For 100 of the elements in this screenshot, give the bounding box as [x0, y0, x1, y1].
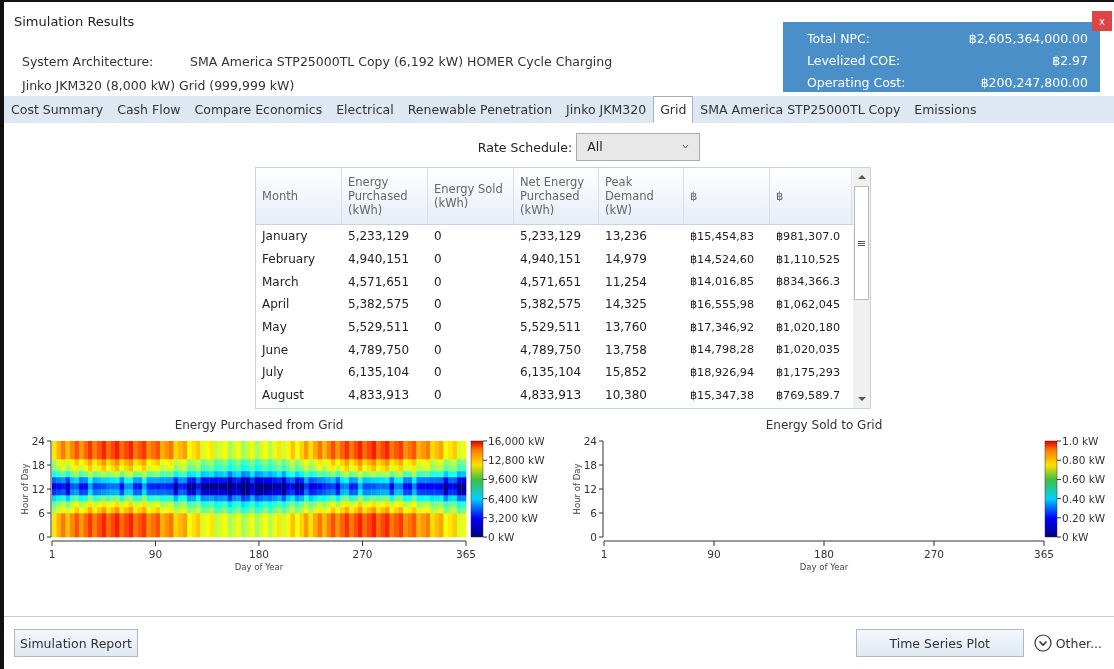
column-header[interactable]: ฿	[770, 168, 852, 224]
tab[interactable]: Cost Summary	[4, 96, 111, 123]
y-tick-label: 12	[31, 483, 45, 495]
table-cell-text: ฿14,016,85	[689, 275, 756, 289]
scroll-up-icon[interactable]	[857, 174, 866, 180]
chevron-circle-icon	[1033, 634, 1052, 652]
x-tick-label: 270	[924, 548, 944, 560]
y-axis-title: Hour of Day	[572, 463, 582, 515]
y-tick-label: 24	[31, 435, 45, 447]
scale-label: 0 kW	[1062, 531, 1089, 543]
table-cell-text: 0	[433, 365, 443, 380]
table-cell-text: 6,135,104	[519, 365, 583, 380]
table-cell-text: 0	[433, 274, 443, 289]
other-button[interactable]: Other...	[1033, 634, 1102, 652]
table-cell-text: 0	[433, 229, 443, 244]
table-cell-text: 0	[433, 388, 443, 403]
chart-title: Energy Purchased from Grid	[174, 418, 344, 432]
table-cell-text: 5,529,511	[347, 320, 411, 335]
scrollbar[interactable]	[853, 168, 870, 408]
table-cell-text: 0	[433, 252, 443, 267]
table-cell-text: January	[260, 229, 309, 244]
tab[interactable]: Electrical	[329, 96, 401, 123]
y-tick-label: 12	[583, 483, 597, 495]
y-axis-title: Hour of Day	[20, 463, 30, 515]
table-cell-text: 6,135,104	[347, 365, 411, 380]
table-cell-text: 5,382,575	[519, 297, 583, 312]
summary-value: ฿2.97	[1052, 52, 1088, 68]
chart-title: Energy Sold to Grid	[765, 418, 883, 432]
x-tick-label: 270	[352, 548, 373, 560]
table-cell-text: 13,760	[604, 320, 648, 335]
x-tick-label: 1	[48, 548, 56, 560]
table-cell-text: ฿14,798,28	[689, 343, 756, 357]
table-cell-text: ฿18,926,94	[689, 365, 756, 379]
table-cell-text: 14,979	[604, 252, 648, 267]
table-cell-text: 4,940,151	[519, 252, 583, 267]
scroll-thumb[interactable]	[854, 186, 869, 300]
rate-schedule-dropdown[interactable]: All	[576, 133, 701, 161]
scale-label: 0.60 kW	[1062, 473, 1106, 486]
y-tick-label: 18	[583, 459, 597, 471]
table-cell-text: ฿1,020,035	[775, 343, 842, 357]
table-cell-text: ฿15,347,38	[689, 388, 756, 402]
table-cell-text: 10,380	[604, 388, 648, 403]
table-cell-text: 5,382,575	[347, 297, 411, 312]
column-header[interactable]: ฿	[684, 168, 770, 224]
table-cell-text: ฿1,062,045	[775, 297, 842, 311]
table-cell-text: 4,571,651	[347, 274, 411, 289]
table-cell-text: 4,833,913	[519, 388, 583, 403]
summary-value: ฿2,605,364,000.00	[968, 30, 1088, 46]
architecture-text: SMA America STP25000TL Copy (6,192 kW) HOMER Cycle Charging	[190, 54, 613, 69]
x-tick-label: 180	[814, 548, 834, 560]
scale-label: 9,600 kW	[488, 473, 538, 486]
x-tick-label: 180	[249, 548, 269, 560]
tab[interactable]: Emissions	[907, 96, 984, 123]
summary-label: Operating Cost:	[807, 74, 906, 90]
tab[interactable]: Renewable Penetration	[400, 96, 560, 123]
window-title: Simulation Results	[14, 13, 135, 29]
table-cell-text: 4,789,750	[347, 342, 411, 357]
column-header[interactable]: Net Energy Purchased (kWh)	[514, 168, 599, 224]
architecture-text: Jinko JKM320 (8,000 kW) Grid (999,999 kW)	[22, 78, 295, 93]
column-header[interactable]: Peak Demand (kW)	[599, 168, 684, 224]
table-cell-text: 4,940,151	[347, 252, 411, 267]
table-cell-text: May	[261, 320, 288, 335]
table-cell-text: June	[260, 342, 290, 357]
tab[interactable]: Cash Flow	[110, 96, 188, 123]
table-cell-text: 13,236	[604, 229, 648, 244]
table-cell-text: 4,571,651	[519, 274, 583, 289]
time-series-plot-button[interactable]: Time Series Plot	[855, 629, 1024, 657]
column-header[interactable]: Month	[256, 168, 342, 224]
summary-label: Levelized COE:	[807, 52, 901, 68]
scale-label: 0.20 kW	[1062, 511, 1106, 524]
table-cell-text: 0	[433, 320, 443, 335]
table-cell-text: March	[261, 274, 300, 289]
scale-label: 12,800 kW	[488, 454, 545, 467]
rate-schedule-label: Rate Schedule:	[477, 139, 573, 155]
simulation-report-button[interactable]: Simulation Report	[14, 629, 138, 657]
table-cell-text: ฿16,555,98	[689, 297, 756, 311]
table-cell-text: ฿769,589.7	[775, 388, 842, 402]
scale-label: 3,200 kW	[488, 511, 538, 524]
column-header[interactable]: Energy Sold (kWh)	[428, 168, 514, 224]
y-tick-label: 24	[583, 435, 597, 447]
scale-label: 0.80 kW	[1062, 454, 1106, 467]
table-cell-text: ฿15,454,83	[689, 229, 756, 243]
table-cell-text: 15,852	[604, 365, 648, 380]
tab[interactable]: Grid	[653, 96, 694, 123]
tab[interactable]: Jinko JKM320	[559, 96, 654, 123]
table-cell-text: ฿1,110,525	[775, 252, 842, 266]
y-tick-label: 0	[590, 531, 597, 543]
caret-icon	[682, 144, 690, 149]
tab[interactable]: SMA America STP25000TL Copy	[693, 96, 908, 123]
scale-label: 16,000 kW	[488, 435, 545, 447]
scale-label: 1.0 kW	[1062, 435, 1099, 447]
close-button[interactable]: x	[1092, 11, 1112, 31]
scroll-down-icon[interactable]	[857, 396, 866, 402]
table-cell-text: ฿1,020,180	[775, 320, 842, 334]
y-tick-label: 18	[31, 459, 45, 471]
table-cell-text: 5,529,511	[519, 320, 583, 335]
table-cell-text: 0	[433, 342, 443, 357]
table-cell-text: February	[261, 252, 317, 267]
tab[interactable]: Compare Economics	[187, 96, 330, 123]
column-header[interactable]: Energy Purchased (kWh)	[342, 168, 428, 224]
